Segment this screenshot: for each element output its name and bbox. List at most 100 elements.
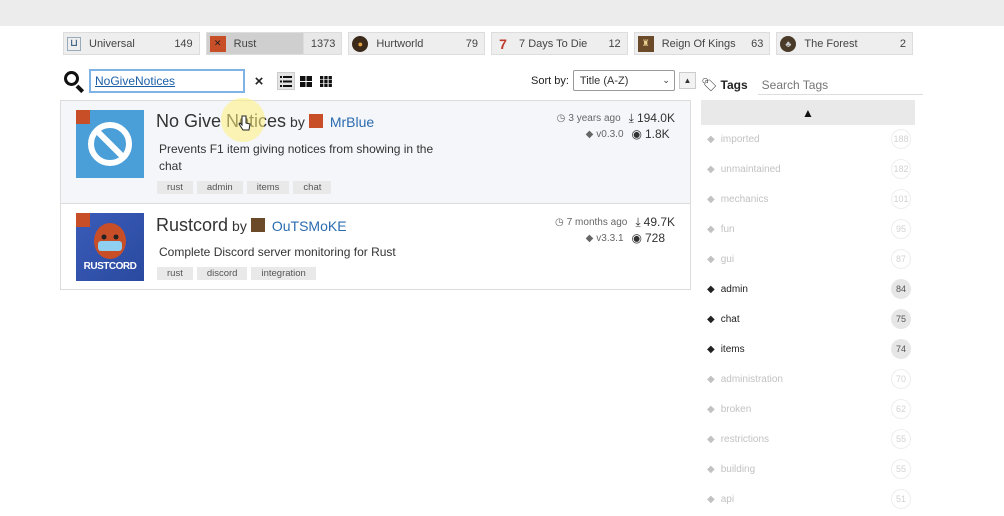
- tag-list: ◆ imported 188 ◆ unmaintained 182 ◆ mechanics…: [701, 124, 915, 514]
- tag-icon: ◆: [707, 403, 715, 415]
- tag-name: items: [720, 343, 745, 355]
- download-icon: ⤓: [628, 110, 634, 125]
- sort-direction-button[interactable]: ▲: [678, 72, 696, 89]
- tag-item[interactable]: ◆ mechanics 101: [701, 184, 915, 214]
- tag-icon: ◆: [707, 163, 715, 175]
- game-count: 79: [465, 37, 479, 50]
- plugin-item[interactable]: RUSTCORD Rustcord by OuTSMoKE Complete Di…: [61, 205, 690, 289]
- tag-count: 101: [891, 189, 911, 209]
- plugin-views: 728: [645, 231, 666, 245]
- tag-icon: ◆: [707, 223, 715, 235]
- clock-icon: ◷: [556, 112, 566, 124]
- tag-icon: ◆: [585, 128, 594, 140]
- plugin-item[interactable]: No Give Noticesby MrBlue Prevents F1 ite…: [61, 101, 690, 204]
- tag-item[interactable]: ◆ api 51: [701, 484, 915, 514]
- plugin-description: Complete Discord server monitoring for R…: [159, 245, 396, 259]
- grid-view-icon[interactable]: [297, 72, 315, 90]
- tag-count: 55: [891, 429, 911, 449]
- tag-icon: ◆: [585, 232, 594, 244]
- tag-count: 182: [891, 159, 911, 179]
- plugin-author[interactable]: OuTSMoKE: [272, 218, 347, 234]
- plugin-description: Prevents F1 item giving notices from sho…: [159, 142, 434, 173]
- tag-item[interactable]: ◆ unmaintained 182: [701, 154, 915, 184]
- plugin-tag[interactable]: chat: [293, 181, 332, 194]
- tag-item[interactable]: ◆ restrictions 55: [701, 424, 915, 454]
- plugin-author[interactable]: MrBlue: [330, 114, 374, 130]
- plugin-thumbnail: RUSTCORD: [76, 213, 144, 281]
- plugin-tag[interactable]: integration: [251, 267, 316, 280]
- tag-count: 55: [891, 459, 911, 479]
- game-count: 1373: [310, 37, 336, 50]
- plugin-tag[interactable]: discord: [196, 267, 248, 280]
- browser-top-bar: [0, 0, 1004, 26]
- caret-up-icon: ▲: [802, 105, 814, 120]
- tag-item[interactable]: ◆ chat 75: [701, 304, 915, 334]
- tag-icon: ◆: [707, 253, 715, 265]
- plugin-meta: ◷ 7 months ago ⤓ 49.7K ◆ v3.3.1 ◉ 728: [555, 214, 675, 246]
- rust-badge-icon: [76, 213, 90, 227]
- plugin-updated: 7 months ago: [566, 216, 628, 228]
- plugin-tag[interactable]: rust: [157, 267, 193, 280]
- plugin-version: v0.3.0: [596, 128, 624, 140]
- rust-icon: ✕: [209, 35, 226, 52]
- list-view-icon[interactable]: [277, 72, 295, 90]
- plugin-name[interactable]: Rustcord: [156, 215, 228, 235]
- tag-name: imported: [720, 133, 760, 145]
- hurtworld-icon: ●: [352, 35, 369, 52]
- game-tab-hurtworld[interactable]: ● Hurtworld 79: [348, 32, 486, 55]
- clear-search-icon[interactable]: ×: [249, 73, 269, 90]
- sort-control: Sort by: Title (A-Z) ⌄ ▲: [531, 70, 696, 91]
- plugin-version: v3.3.1: [596, 232, 624, 244]
- small-grid-view-icon[interactable]: [317, 72, 335, 90]
- tag-item[interactable]: ◆ admin 84: [701, 274, 915, 304]
- game-tab-rust[interactable]: ✕ Rust 1373: [205, 32, 343, 55]
- tag-item[interactable]: ◆ fun 95: [701, 214, 915, 244]
- game-name: Universal: [89, 37, 135, 50]
- tags-title: Tags: [720, 78, 748, 92]
- reign-of-kings-icon: ♜: [637, 35, 654, 52]
- tag-icon: ◆: [707, 283, 715, 295]
- tag-icon: ◆: [707, 493, 715, 505]
- game-tab-the-forest[interactable]: ♣ The Forest 2: [776, 32, 914, 55]
- universal-icon: ⊔: [67, 36, 81, 51]
- sort-select[interactable]: Title (A-Z) ⌄: [572, 70, 675, 91]
- plugin-tag[interactable]: rust: [157, 181, 193, 194]
- game-name: The Forest: [804, 37, 858, 50]
- plugin-tag[interactable]: admin: [196, 181, 243, 194]
- plugin-tag[interactable]: items: [246, 181, 290, 194]
- tag-count: 75: [891, 309, 911, 329]
- tag-search-input[interactable]: [757, 75, 923, 95]
- tag-item[interactable]: ◆ broken 62: [701, 394, 915, 424]
- tag-count: 51: [891, 489, 911, 509]
- search-bar: ×: [63, 69, 335, 94]
- tag-name: building: [720, 463, 756, 475]
- plugin-title-line: Rustcord by OuTSMoKE: [156, 215, 347, 236]
- game-tab-7-days-to-die[interactable]: 7 7 Days To Die 12: [491, 32, 628, 55]
- tags-header: 🏷 Tags: [701, 75, 923, 95]
- game-count: 63: [751, 37, 764, 50]
- search-input[interactable]: [89, 69, 245, 93]
- by-label: by: [232, 218, 247, 234]
- tag-count: 87: [891, 249, 911, 269]
- eye-icon: ◉: [631, 231, 642, 245]
- tag-item[interactable]: ◆ imported 188: [701, 124, 915, 154]
- tag-name: restrictions: [720, 433, 770, 445]
- game-tab-reign-of-kings[interactable]: ♜ Reign Of Kings 63: [633, 32, 771, 55]
- tag-count: 62: [891, 399, 911, 419]
- tag-item[interactable]: ◆ items 74: [701, 334, 915, 364]
- eye-icon: ◉: [631, 127, 642, 141]
- game-tab-universal[interactable]: ⊔ Universal 149: [63, 32, 200, 55]
- game-name: Rust: [233, 37, 257, 50]
- tag-icon: ◆: [707, 343, 715, 355]
- sort-label: Sort by:: [531, 74, 569, 87]
- tag-name: broken: [720, 403, 752, 415]
- tag-icon: ◆: [707, 433, 715, 445]
- tag-item[interactable]: ◆ administration 70: [701, 364, 915, 394]
- by-label: by: [290, 114, 305, 130]
- tag-item[interactable]: ◆ gui 87: [701, 244, 915, 274]
- tags-icon: 🏷: [701, 77, 718, 92]
- game-count: 12: [608, 37, 621, 50]
- game-count: 2: [899, 37, 907, 50]
- tag-item[interactable]: ◆ building 55: [701, 454, 915, 484]
- tags-collapse-button[interactable]: ▲: [701, 100, 915, 125]
